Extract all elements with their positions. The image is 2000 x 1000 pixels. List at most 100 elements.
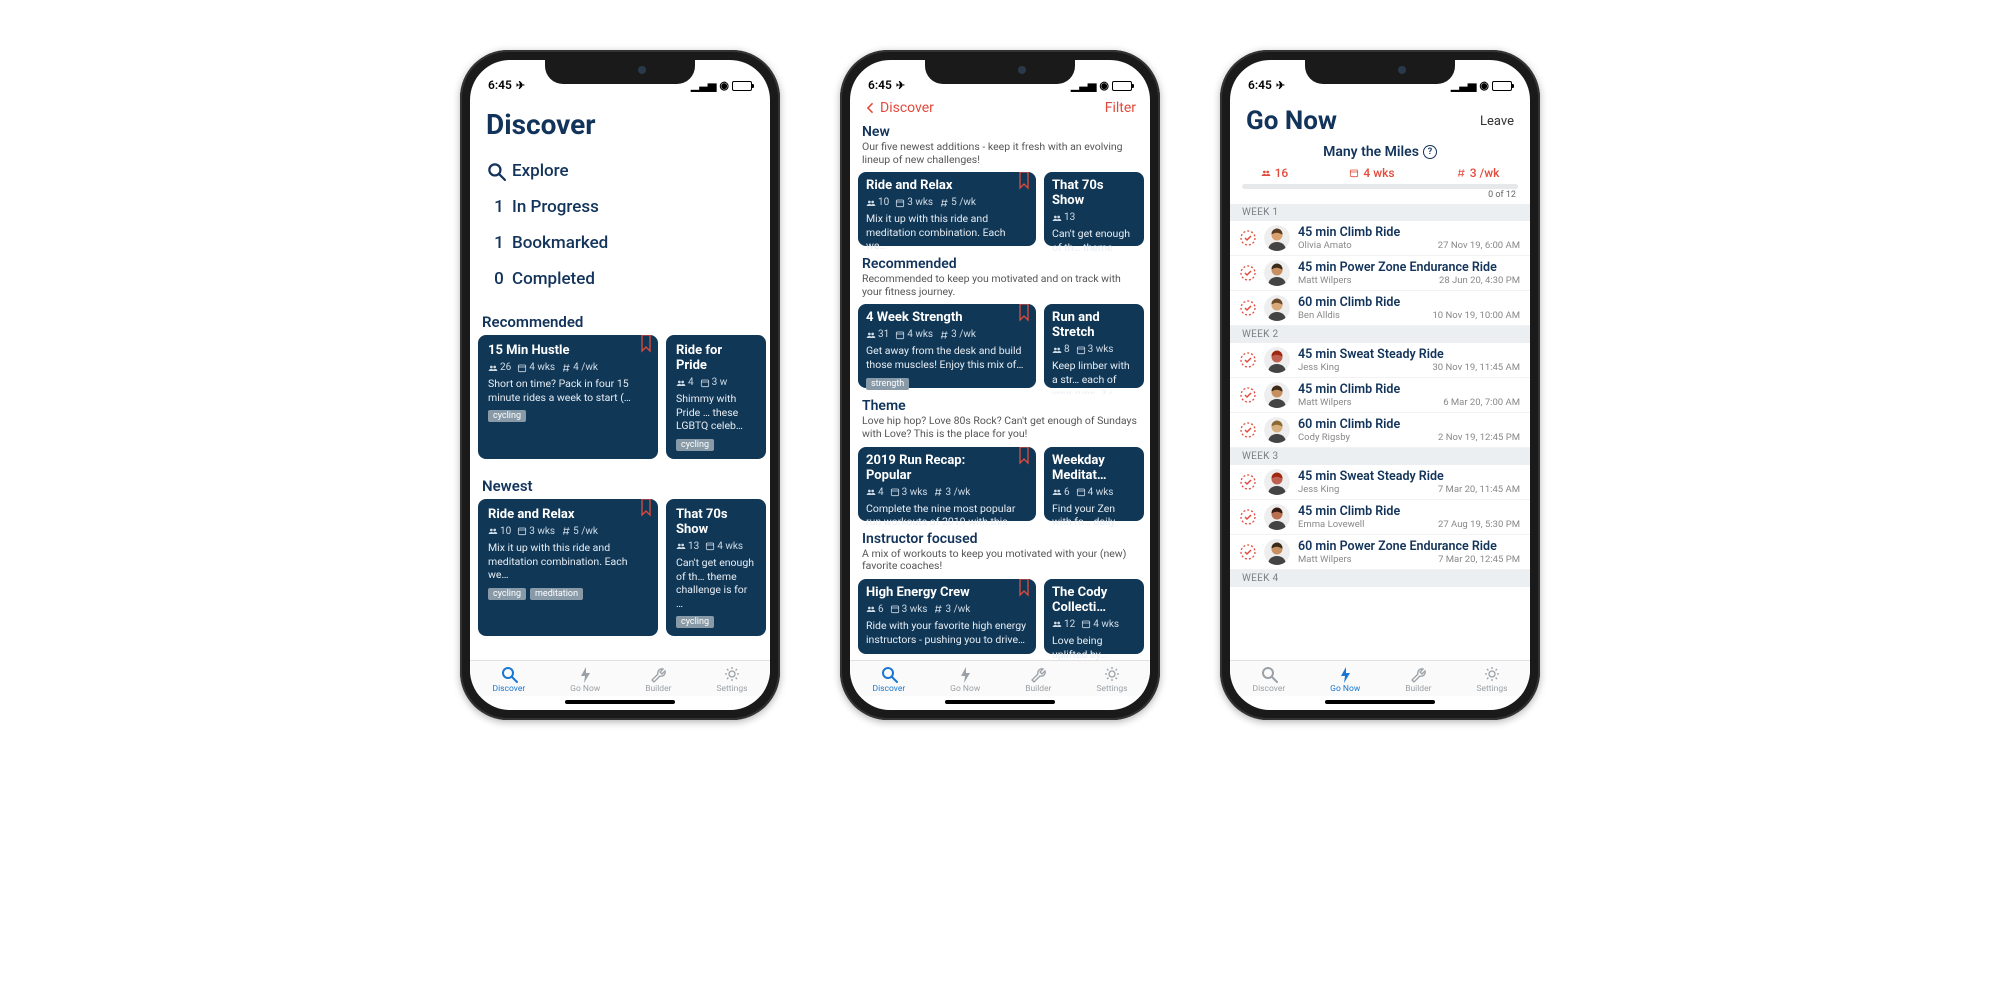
challenge-card[interactable]: Ride and Relax103 wks5 /wkMix it up with… <box>858 172 1036 246</box>
bookmark-icon[interactable] <box>640 335 652 353</box>
program-stats: 16 4 wks 3 /wk <box>1230 162 1530 184</box>
builder-icon <box>1029 665 1047 683</box>
instructor-name: Matt Wilpers <box>1298 554 1352 565</box>
phone-explore: 6:45✈ ▁▃▅ ◉ Discover Filter NewOur five … <box>840 50 1160 720</box>
check-ring-icon[interactable] <box>1240 544 1256 560</box>
check-ring-icon[interactable] <box>1240 474 1256 490</box>
calendar-icon <box>1349 168 1359 178</box>
challenge-card[interactable]: High Energy Crew63 wks3 /wkRide with you… <box>858 579 1036 654</box>
check-ring-icon[interactable] <box>1240 387 1256 403</box>
workout-row[interactable]: 45 min Sweat Steady RideJess King30 Nov … <box>1230 343 1530 378</box>
workout-row[interactable]: 60 min Climb RideCody Rigsby2 Nov 19, 12… <box>1230 413 1530 448</box>
challenge-card[interactable]: 2019 Run Recap: Popular43 wks3 /wkComple… <box>858 447 1036 521</box>
menu-completed[interactable]: 0 Completed <box>470 261 770 297</box>
workout-title: 60 min Climb Ride <box>1298 295 1520 310</box>
tab-bar: Discover Go Now Builder Settings <box>470 660 770 696</box>
gonow-icon <box>956 665 974 683</box>
card-freq: 3 /wk <box>945 604 970 615</box>
info-icon[interactable]: ? <box>1423 145 1437 159</box>
location-icon: ✈ <box>896 79 905 92</box>
challenge-card[interactable]: That 70s Show13Can't get enough of th… t… <box>1044 172 1144 246</box>
card-people: 6 <box>878 604 884 615</box>
check-ring-icon[interactable] <box>1240 265 1256 281</box>
card-weeks: 4 wks <box>1088 487 1114 498</box>
check-ring-icon[interactable] <box>1240 422 1256 438</box>
card-freq: 5 /wk <box>573 526 598 537</box>
instructor-name: Ben Alldis <box>1298 310 1340 321</box>
menu-in-progress[interactable]: 1 In Progress <box>470 189 770 225</box>
tab-builder[interactable]: Builder <box>645 665 671 694</box>
calendar-icon <box>517 363 527 373</box>
challenge-card[interactable]: Ride and Relax103 wks5 /wkMix it up with… <box>478 499 658 637</box>
stat-people: 16 <box>1275 166 1289 180</box>
workout-date: 30 Nov 19, 11:45 AM <box>1432 362 1520 373</box>
bookmark-icon[interactable] <box>1018 447 1030 465</box>
tab-gonow[interactable]: Go Now <box>950 665 980 694</box>
workout-row[interactable]: 45 min Power Zone Endurance RideMatt Wil… <box>1230 256 1530 291</box>
back-button[interactable]: Discover <box>864 100 934 116</box>
discover-icon <box>500 665 518 683</box>
calendar-icon <box>1081 619 1091 629</box>
tab-builder[interactable]: Builder <box>1025 665 1051 694</box>
chevron-left-icon <box>864 101 878 115</box>
settings-icon <box>1103 665 1121 683</box>
bookmark-icon[interactable] <box>1018 304 1030 322</box>
tag: cycling <box>676 616 714 628</box>
home-indicator[interactable] <box>565 700 675 704</box>
tab-label: Go Now <box>570 684 600 694</box>
workout-row[interactable]: 45 min Climb RideMatt Wilpers6 Mar 20, 7… <box>1230 378 1530 413</box>
people-icon <box>676 541 686 551</box>
challenge-card[interactable]: The Cody Collecti…124 wksLove being upli… <box>1044 579 1144 654</box>
workout-row[interactable]: 60 min Climb RideBen Alldis10 Nov 19, 10… <box>1230 291 1530 326</box>
challenge-card[interactable]: 15 Min Hustle264 wks4 /wkShort on time? … <box>478 335 658 459</box>
card-weeks: 3 wks <box>902 487 928 498</box>
workout-title: 45 min Climb Ride <box>1298 382 1520 397</box>
tab-settings[interactable]: Settings <box>1476 665 1507 694</box>
workout-row[interactable]: 60 min Power Zone Endurance RideMatt Wil… <box>1230 535 1530 570</box>
home-indicator[interactable] <box>945 700 1055 704</box>
workout-date: 27 Aug 19, 5:30 PM <box>1438 519 1520 530</box>
week-label: WEEK 3 <box>1230 448 1530 465</box>
challenge-card[interactable]: That 70s Show134 wksCan't get enough of … <box>666 499 766 637</box>
card-desc: Short on time? Pack in four 15 minute ri… <box>488 377 648 404</box>
tab-label: Settings <box>1096 684 1127 694</box>
check-ring-icon[interactable] <box>1240 352 1256 368</box>
progress-count: 0 of 12 <box>1242 190 1518 200</box>
tab-gonow[interactable]: Go Now <box>1330 665 1360 694</box>
workout-date: 6 Mar 20, 7:00 AM <box>1443 397 1520 408</box>
bookmark-icon[interactable] <box>1018 579 1030 597</box>
tab-discover[interactable]: Discover <box>872 665 905 694</box>
challenge-card[interactable]: Weekday Meditat…64 wksFind your Zen with… <box>1044 447 1144 521</box>
card-desc: Shimmy with Pride … these LGBTQ celeb… <box>676 392 756 433</box>
card-people: 26 <box>500 362 511 373</box>
signal-icon: ▁▃▅ <box>1451 79 1476 92</box>
tab-builder[interactable]: Builder <box>1405 665 1431 694</box>
tab-settings[interactable]: Settings <box>1096 665 1127 694</box>
workout-row[interactable]: 45 min Sweat Steady RideJess King7 Mar 2… <box>1230 465 1530 500</box>
builder-icon <box>1409 665 1427 683</box>
tag: cycling <box>488 410 526 422</box>
filter-button[interactable]: Filter <box>1105 100 1136 116</box>
check-ring-icon[interactable] <box>1240 300 1256 316</box>
home-indicator[interactable] <box>1325 700 1435 704</box>
workout-row[interactable]: 45 min Climb RideOlivia Amato27 Nov 19, … <box>1230 221 1530 256</box>
challenge-card[interactable]: 4 Week Strength314 wks3 /wkGet away from… <box>858 304 1036 388</box>
menu-explore[interactable]: Explore <box>470 153 770 189</box>
check-ring-icon[interactable] <box>1240 230 1256 246</box>
leave-button[interactable]: Leave <box>1480 114 1514 129</box>
bookmark-icon[interactable] <box>640 499 652 517</box>
check-ring-icon[interactable] <box>1240 509 1256 525</box>
people-icon <box>1052 345 1062 355</box>
menu-bookmarked[interactable]: 1 Bookmarked <box>470 225 770 261</box>
bookmark-icon[interactable] <box>1018 172 1030 190</box>
tab-discover[interactable]: Discover <box>1252 665 1285 694</box>
tab-gonow[interactable]: Go Now <box>570 665 600 694</box>
workout-row[interactable]: 45 min Climb RideEmma Lovewell27 Aug 19,… <box>1230 500 1530 535</box>
card-desc: Ride with your favorite high energy inst… <box>866 619 1028 646</box>
challenge-card[interactable]: Ride for Pride43 wShimmy with Pride … th… <box>666 335 766 459</box>
challenge-card[interactable]: Run and Stretch83 wksKeep limber with a … <box>1044 304 1144 388</box>
people-icon <box>676 378 686 388</box>
tab-discover[interactable]: Discover <box>492 665 525 694</box>
workout-title: 45 min Climb Ride <box>1298 225 1520 240</box>
tab-settings[interactable]: Settings <box>716 665 747 694</box>
